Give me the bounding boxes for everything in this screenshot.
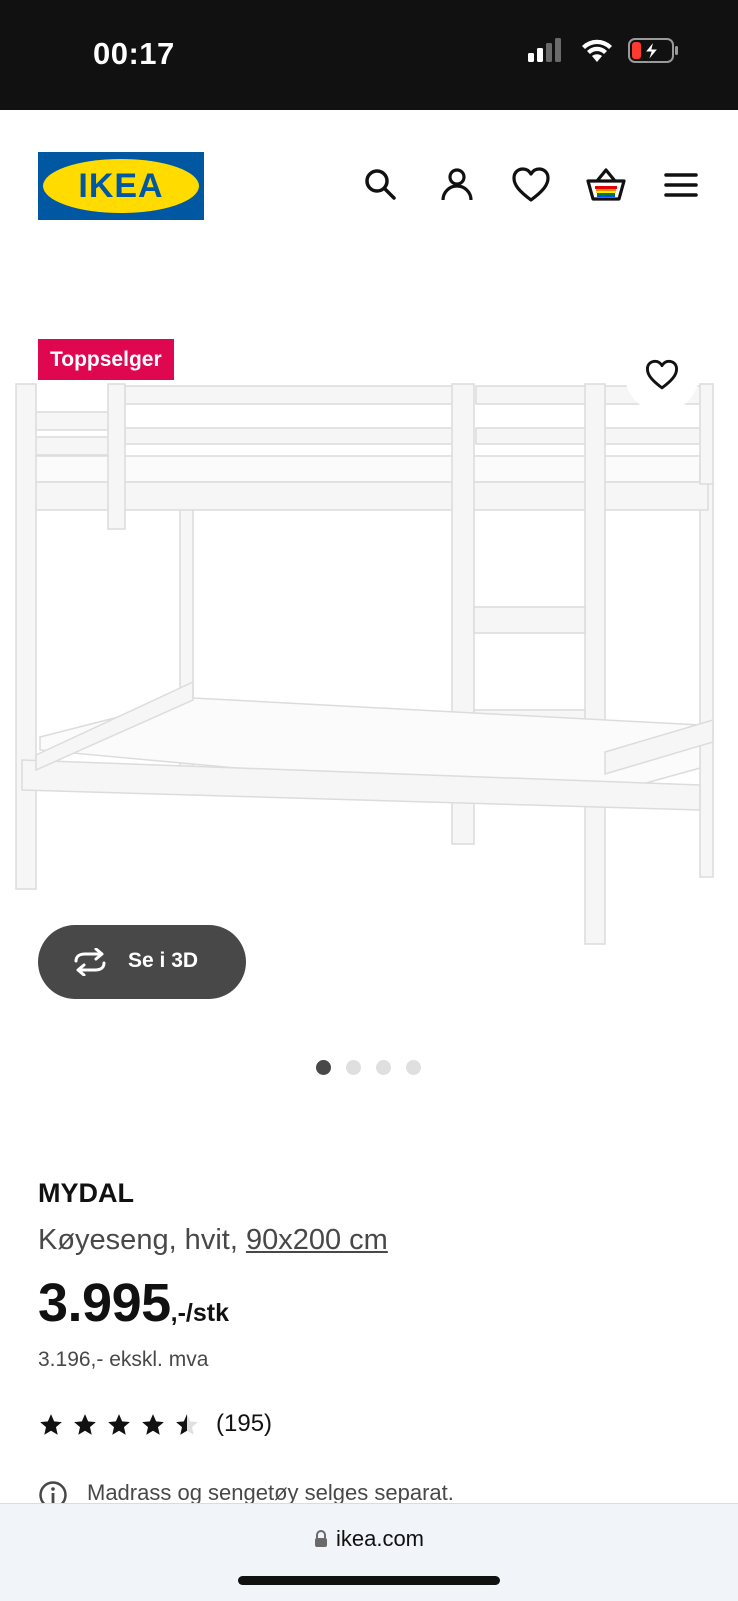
status-time: 00:17: [93, 36, 175, 71]
star-icon: [40, 1414, 62, 1435]
carousel-dot[interactable]: [316, 1060, 331, 1075]
carousel-dot[interactable]: [376, 1060, 391, 1075]
heart-icon[interactable]: [510, 164, 552, 206]
browser-bar: ikea.com: [0, 1503, 738, 1601]
product-type-text: Køyeseng, hvit,: [38, 1224, 238, 1256]
carousel-dot[interactable]: [346, 1060, 361, 1075]
size-link[interactable]: 90x200 cm: [246, 1224, 388, 1256]
status-bar: 00:17: [0, 0, 738, 110]
carousel-dot[interactable]: [406, 1060, 421, 1075]
search-icon[interactable]: [360, 164, 402, 206]
product-price: 3.995,-/stk: [38, 1272, 229, 1334]
site-header: IKEA: [0, 110, 738, 260]
product-image-gallery[interactable]: Toppselger Se i 3D: [0, 300, 738, 1080]
top-seller-badge: Toppselger: [38, 339, 174, 380]
product-description: Køyeseng, hvit, 90x200 cm: [38, 1224, 388, 1257]
view-in-3d-label: Se i 3D: [128, 949, 199, 972]
product-name: MYDAL: [38, 1178, 134, 1208]
heart-icon: [645, 359, 679, 390]
wifi-icon: [582, 39, 612, 62]
rotate-3d-icon: [74, 948, 106, 976]
account-icon[interactable]: [436, 164, 478, 206]
lock-icon: [314, 1530, 327, 1547]
rating-count: (195): [216, 1410, 273, 1437]
price-excl-vat: 3.196,- ekskl. mva: [38, 1348, 209, 1371]
price-suffix: ,-/stk: [170, 1299, 229, 1327]
star-icon: [74, 1414, 96, 1435]
star-half-icon: [176, 1414, 198, 1435]
view-in-3d-button[interactable]: Se i 3D: [38, 925, 246, 999]
star-icon: [142, 1414, 164, 1435]
product-image[interactable]: [0, 370, 738, 960]
url-text: ikea.com: [335, 1526, 425, 1551]
price-integer: 3.995: [38, 1273, 171, 1333]
signal-icon: [528, 38, 561, 62]
address-bar[interactable]: ikea.com: [0, 1526, 738, 1552]
basket-icon[interactable]: [585, 164, 627, 206]
battery-charging-icon: [628, 38, 678, 63]
star-icon: [108, 1414, 130, 1435]
menu-icon[interactable]: [660, 164, 702, 206]
svg-text:IKEA: IKEA: [78, 167, 163, 205]
home-indicator[interactable]: [238, 1576, 500, 1585]
image-favourite-button[interactable]: [625, 338, 699, 412]
ikea-logo[interactable]: IKEA: [38, 152, 204, 220]
